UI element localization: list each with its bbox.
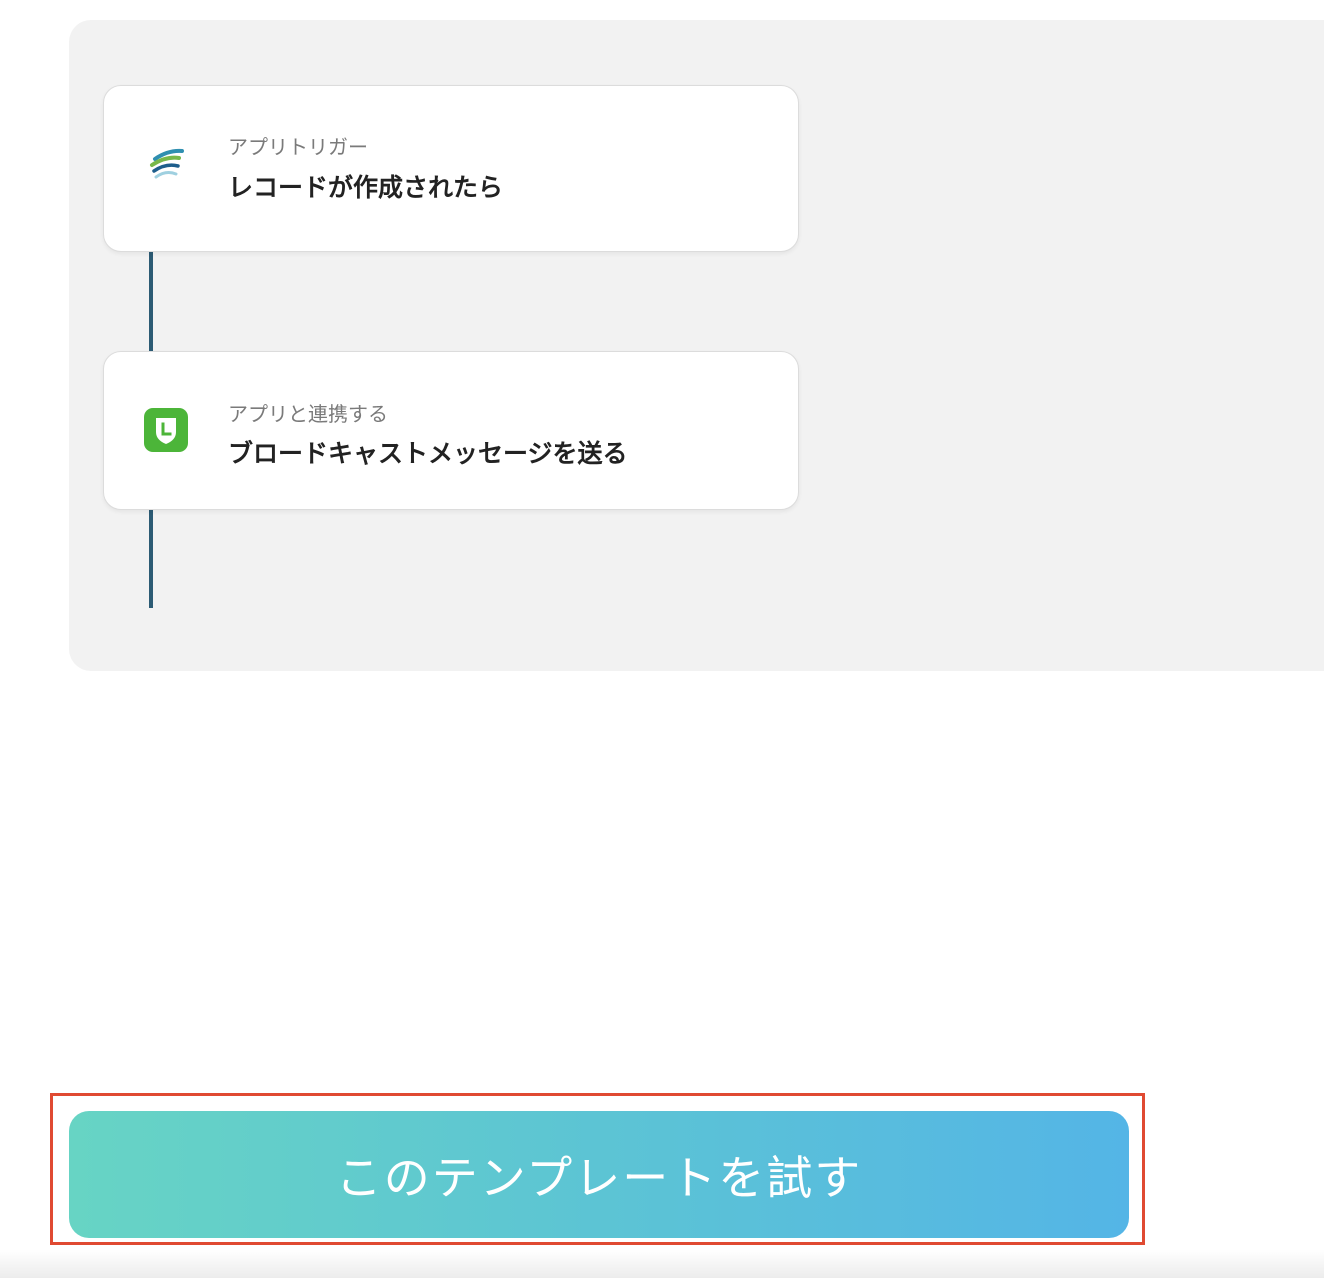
bottom-fade [0, 1250, 1324, 1278]
step-title: ブロードキャストメッセージを送る [228, 439, 628, 468]
step-title: レコードが作成されたら [228, 173, 504, 202]
try-template-button[interactable]: このテンプレートを試す [69, 1111, 1129, 1238]
line-official-account-icon [144, 408, 188, 452]
flow-connector [149, 510, 153, 608]
flow-connector [149, 252, 153, 352]
step-type-label: アプリと連携する [228, 402, 388, 426]
flow-step-trigger[interactable]: アプリトリガー レコードが作成されたら [103, 85, 799, 252]
kintone-icon [150, 148, 184, 179]
flow-step-action[interactable]: アプリと連携する ブロードキャストメッセージを送る [103, 351, 799, 510]
step-type-label: アプリトリガー [228, 135, 368, 159]
